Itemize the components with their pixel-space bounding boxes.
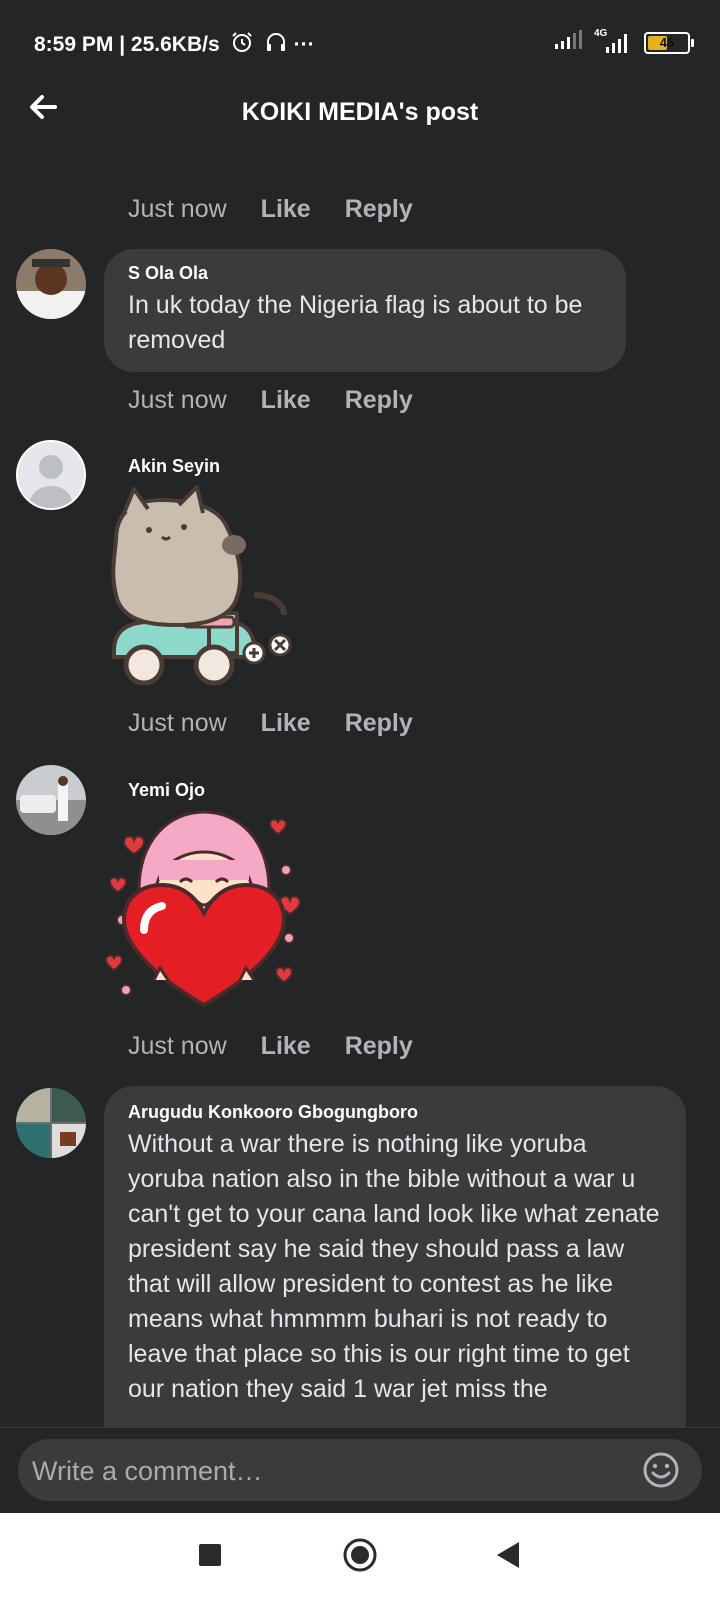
comment-actions: Just now Like Reply — [128, 195, 413, 224]
system-nav-bar — [0, 1513, 720, 1600]
status-right: 4G 45 — [554, 28, 694, 55]
home-circle-icon[interactable] — [340, 1535, 380, 1575]
commenter-name[interactable]: Yemi Ojo — [128, 780, 205, 801]
emoji-icon[interactable] — [642, 1451, 680, 1489]
more-notifications-icon: ··· — [293, 33, 315, 56]
reply-button[interactable]: Reply — [345, 195, 413, 224]
avatar[interactable] — [16, 1088, 86, 1158]
comment-time: Just now — [128, 709, 227, 737]
reply-button[interactable]: Reply — [345, 709, 413, 738]
comment-input[interactable] — [30, 1447, 624, 1495]
comment-text: Without a war there is nothing like yoru… — [128, 1130, 660, 1403]
like-button[interactable]: Like — [261, 195, 311, 224]
avatar[interactable] — [16, 249, 86, 319]
girl-heart-sticker[interactable] — [104, 810, 304, 1015]
comment-bubble: Arugudu Konkooro Gbogungboro Without a w… — [104, 1086, 686, 1466]
reply-button[interactable]: Reply — [345, 386, 413, 415]
comment-composer[interactable] — [18, 1439, 702, 1501]
headset-icon — [264, 30, 288, 60]
like-button[interactable]: Like — [261, 709, 311, 738]
like-button[interactable]: Like — [261, 1032, 311, 1061]
comment-bubble: S Ola Ola In uk today the Nigeria flag i… — [104, 249, 626, 372]
commenter-name[interactable]: S Ola Ola — [128, 263, 602, 284]
avatar[interactable] — [16, 765, 86, 835]
signal-4g-icon: 4G — [594, 28, 632, 54]
page-title: KOIKI MEDIA's post — [241, 98, 479, 126]
status-bar: 8:59 PM | 25.6KB/s ··· 4G 45 — [0, 0, 720, 86]
commenter-name[interactable]: Akin Seyin — [128, 456, 220, 477]
avatar[interactable] — [16, 440, 86, 510]
alarm-icon — [230, 30, 254, 60]
like-button[interactable]: Like — [261, 386, 311, 415]
comment-text: In uk today the Nigeria flag is about to… — [128, 291, 583, 354]
battery-icon: 45 — [644, 31, 694, 54]
comment-time: Just now — [128, 1032, 227, 1060]
header: KOIKI MEDIA's post — [0, 86, 720, 156]
comment-composer-bar — [0, 1427, 720, 1514]
comment-time: Just now — [128, 195, 227, 223]
cat-scooter-sticker[interactable] — [104, 485, 304, 695]
signal-icon — [554, 30, 582, 55]
comment-actions: Just now Like Reply — [128, 386, 413, 415]
reply-button[interactable]: Reply — [345, 1032, 413, 1061]
comment-time: Just now — [128, 386, 227, 414]
time-speed: 8:59 PM | 25.6KB/s — [34, 33, 220, 56]
commenter-name[interactable]: Arugudu Konkooro Gbogungboro — [128, 1102, 662, 1123]
comment-actions: Just now Like Reply — [128, 1032, 413, 1061]
back-triangle-icon[interactable] — [488, 1535, 528, 1575]
status-left: 8:59 PM | 25.6KB/s ··· — [34, 30, 315, 60]
recents-square-icon[interactable] — [190, 1535, 230, 1575]
comment-actions: Just now Like Reply — [128, 709, 413, 738]
battery-level: 45 — [659, 35, 675, 50]
